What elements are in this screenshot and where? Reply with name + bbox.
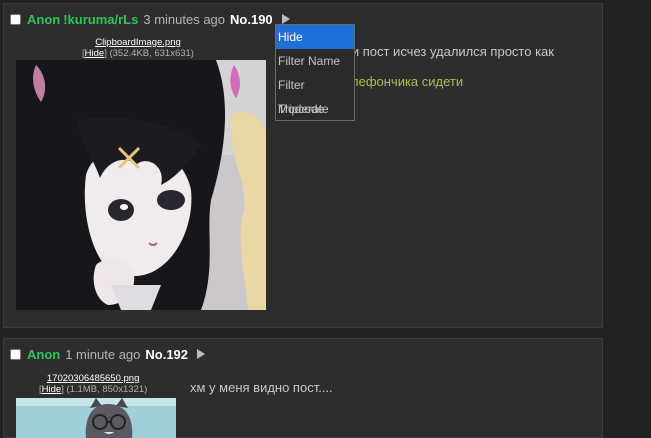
cat-image (16, 398, 176, 438)
post-time: 1 minute ago (65, 346, 141, 362)
poster-name: Anon (27, 11, 61, 27)
post-select-checkbox[interactable] (10, 13, 21, 25)
post-message: хм у меня видно пост.... (190, 380, 333, 395)
menu-item-filter-tripcode[interactable]: Filter Tripcode (276, 73, 354, 116)
file-name-link[interactable]: 17020306485650.png (47, 373, 139, 384)
menu-item-moderate[interactable]: Moderate (276, 97, 354, 121)
anime-girl-image (16, 60, 266, 310)
file-info: 17020306485650.png [Hide] (1.1MB, 850x13… (39, 373, 148, 395)
post-number[interactable]: No.190 (230, 12, 273, 27)
post-number[interactable]: No.192 (145, 347, 188, 362)
greentext-line: лефончика сидети (351, 74, 464, 89)
file-meta: (1.1MB, 850x1321) (66, 384, 148, 395)
post-menu-dropdown: Hide Filter Name Filter Tripcode Moderat… (275, 24, 355, 121)
post-image-thumbnail[interactable] (16, 398, 176, 438)
post-header: Anon !kuruma/rLs 3 minutes ago No.190 (10, 11, 290, 27)
post-select-checkbox[interactable] (10, 348, 21, 360)
post-image-thumbnail[interactable] (16, 60, 266, 310)
post-time: 3 minutes ago (143, 11, 226, 27)
menu-item-hide[interactable]: Hide (276, 25, 354, 49)
post-menu-arrow-icon[interactable] (281, 14, 290, 24)
post-message-line: е и пост исчез удалился просто как (341, 44, 554, 59)
file-info: ClipboardImage.png [Hide] (352.4KB, 631x… (82, 37, 194, 59)
post-header: Anon 1 minute ago No.192 (10, 346, 206, 362)
post-192: Anon 1 minute ago No.192 17020306485650.… (3, 338, 603, 438)
menu-item-filter-name[interactable]: Filter Name (276, 49, 354, 73)
poster-name: Anon (27, 346, 61, 362)
poster-tripcode: !kuruma/rLs (63, 11, 139, 27)
post-menu-arrow-icon[interactable] (197, 349, 206, 359)
hide-file-link[interactable]: Hide (85, 48, 105, 59)
hide-file-link[interactable]: Hide (42, 384, 62, 395)
file-name-link[interactable]: ClipboardImage.png (95, 37, 181, 48)
file-meta: (352.4KB, 631x631) (109, 48, 194, 59)
